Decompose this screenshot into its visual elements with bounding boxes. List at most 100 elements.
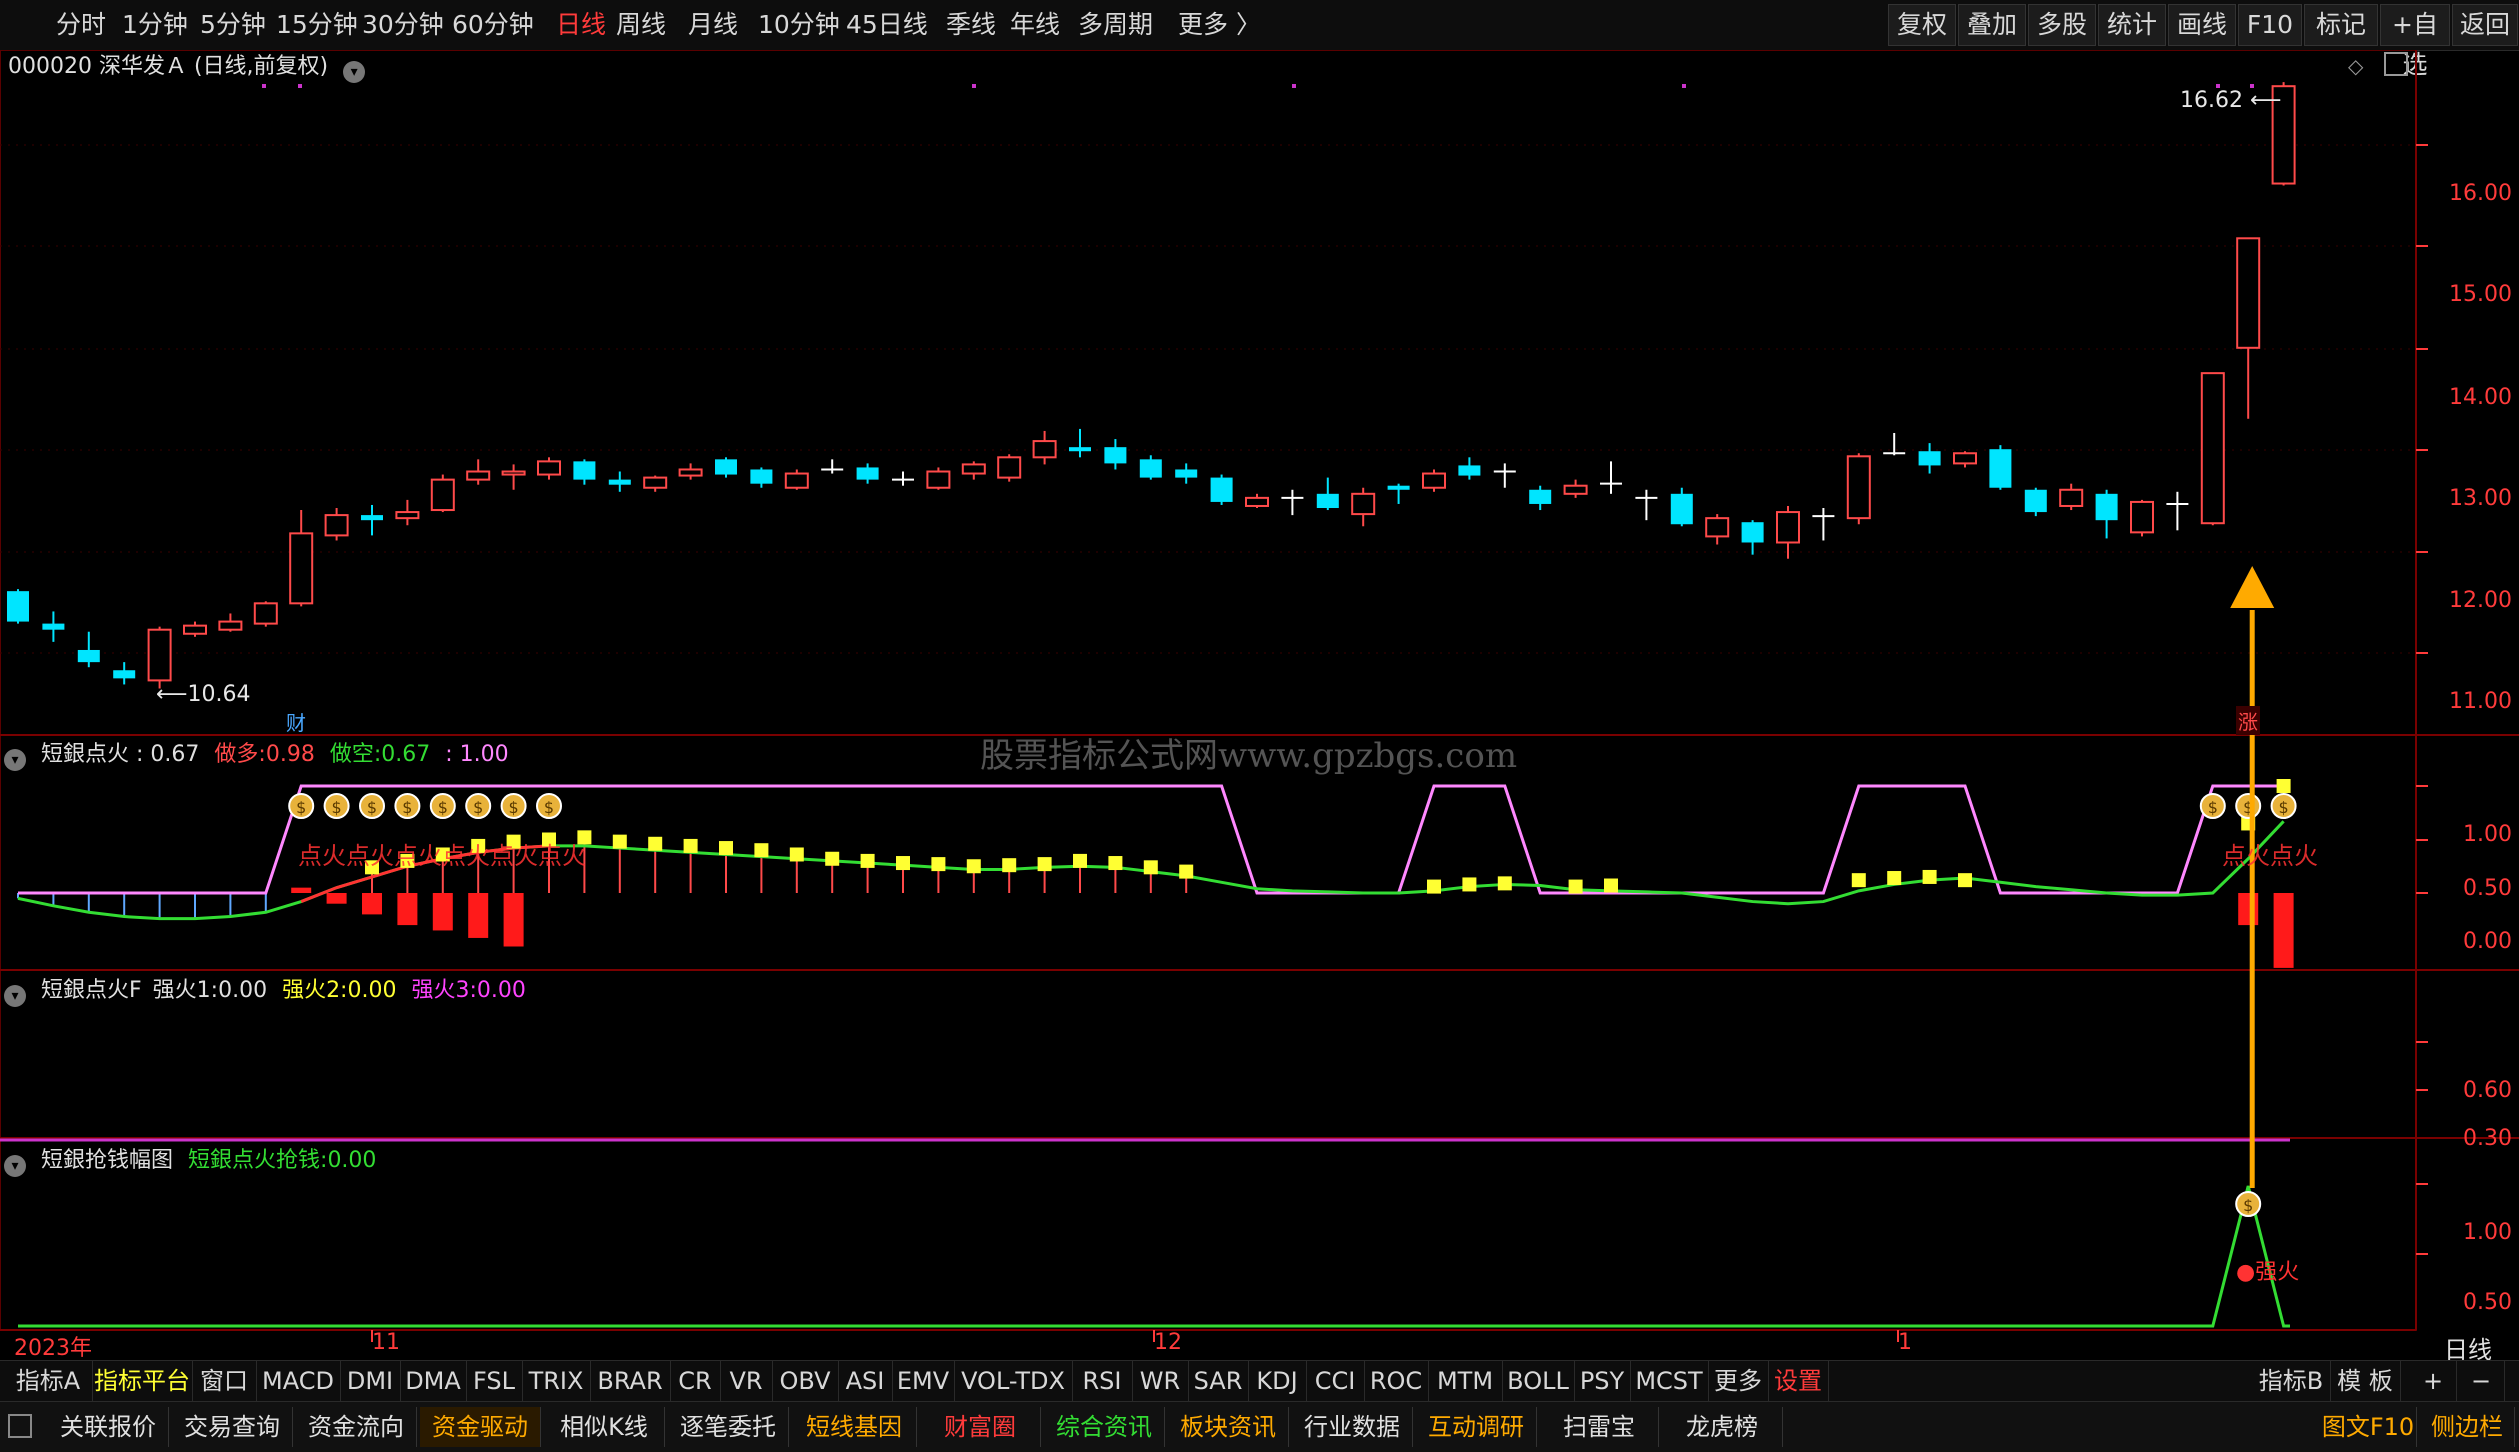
period-tab[interactable]: 10分钟 (758, 0, 840, 50)
indicator-tab[interactable]: KDJ (1248, 1361, 1307, 1401)
indicator-tab[interactable]: TRIX (522, 1361, 591, 1401)
period-tab[interactable]: 年线 (1010, 0, 1060, 50)
indicator-tool[interactable]: + (2410, 1361, 2457, 1401)
indicator-tab[interactable]: ROC (1364, 1361, 1429, 1401)
candle[interactable] (1351, 487, 1376, 527)
candle[interactable] (750, 467, 773, 488)
indicator-tab[interactable]: 设置 (1768, 1361, 1829, 1401)
chevron-down-icon[interactable]: ▾ (4, 985, 26, 1007)
candle[interactable] (218, 613, 243, 632)
period-tab[interactable]: 周线 (616, 0, 666, 50)
candle[interactable] (501, 464, 526, 490)
toolbar-button[interactable]: 叠加 (1958, 4, 2026, 46)
indicator-tab[interactable]: MTM (1428, 1361, 1503, 1401)
function-button[interactable]: 财富圈 (920, 1407, 1041, 1447)
function-button[interactable]: 互动调研 (1416, 1407, 1537, 1447)
candle[interactable] (1529, 485, 1552, 511)
period-tab[interactable]: 15分钟 (276, 0, 358, 50)
candle[interactable] (1387, 483, 1410, 504)
candle[interactable] (1705, 514, 1730, 545)
function-button[interactable]: 逐笔委托 (668, 1407, 789, 1447)
indicator-tab[interactable]: SAR (1188, 1361, 1249, 1401)
candle[interactable] (1812, 508, 1835, 541)
candle[interactable] (1918, 443, 1941, 474)
chevron-down-icon[interactable]: ▾ (4, 1155, 26, 1177)
indicator-tool[interactable]: 模 板 (2330, 1361, 2401, 1401)
indicator-tab[interactable]: OBV (772, 1361, 839, 1401)
candle[interactable] (1776, 505, 1800, 559)
candle[interactable] (183, 621, 207, 637)
chevron-down-icon[interactable]: ▾ (343, 61, 366, 83)
indicator-tab[interactable]: DMA (400, 1361, 467, 1401)
indicator-tab[interactable]: ASI (838, 1361, 893, 1401)
period-tab[interactable]: 60分钟 (452, 0, 534, 50)
financial-marker[interactable]: 财 (286, 707, 306, 736)
toolbar-button[interactable]: 多股 (2028, 4, 2096, 46)
period-tab[interactable]: 季线 (946, 0, 996, 50)
period-tab[interactable]: 日线 (556, 0, 606, 50)
candle[interactable] (2166, 491, 2189, 531)
candle[interactable] (42, 611, 65, 642)
candle[interactable] (466, 459, 491, 485)
candle[interactable] (678, 463, 703, 480)
candle[interactable] (856, 463, 879, 484)
candle[interactable] (573, 459, 596, 485)
candle[interactable] (537, 457, 561, 480)
candle[interactable] (997, 454, 1022, 482)
candle[interactable] (395, 499, 420, 526)
function-button[interactable]: 龙虎榜 (1662, 1407, 1783, 1447)
indicator-tool[interactable]: 指标B (2252, 1361, 2331, 1401)
candle[interactable] (892, 471, 914, 486)
candle[interactable] (784, 469, 809, 490)
candle[interactable] (821, 459, 844, 474)
indicator-tab[interactable]: DMI (340, 1361, 401, 1401)
limit-up-marker[interactable]: 涨 (2236, 706, 2260, 735)
candle[interactable] (2200, 372, 2225, 526)
sidebar-button[interactable]: 图文F10 (2320, 1407, 2417, 1447)
candle[interactable] (324, 508, 349, 541)
toolbar-button[interactable]: 统计 (2098, 4, 2166, 46)
candle[interactable] (1104, 439, 1127, 470)
candle[interactable] (1741, 520, 1764, 555)
candle[interactable] (1069, 428, 1091, 458)
candle[interactable] (1032, 430, 1057, 465)
indicator-tab[interactable]: PSY (1574, 1361, 1631, 1401)
indicator-tab[interactable]: EMV (892, 1361, 955, 1401)
candle[interactable] (7, 589, 29, 624)
candle[interactable] (1563, 479, 1588, 498)
indicator-tab[interactable]: 指标A (4, 1361, 93, 1401)
indicator-tab[interactable]: VOL-TDX (954, 1361, 1073, 1401)
window-toggle-icon[interactable] (2384, 52, 2408, 76)
panel-toggle-icon[interactable] (8, 1414, 32, 1438)
candle[interactable] (1139, 455, 1162, 480)
indicator-tab[interactable]: CR (670, 1361, 721, 1401)
sidebar-button[interactable]: 侧边栏 (2420, 1407, 2515, 1447)
candle[interactable] (253, 601, 278, 627)
candle[interactable] (608, 471, 631, 492)
indicator-tab[interactable]: 窗口 (192, 1361, 257, 1401)
candle[interactable] (1316, 477, 1339, 511)
candle[interactable] (926, 467, 951, 490)
period-tab[interactable]: 更多 〉 (1178, 0, 1261, 50)
indicator-tab[interactable]: WR (1132, 1361, 1189, 1401)
indicator-tab[interactable]: RSI (1072, 1361, 1133, 1401)
function-button[interactable]: 交易查询 (172, 1407, 293, 1447)
indicator-tab[interactable]: FSL (466, 1361, 523, 1401)
candle[interactable] (289, 510, 314, 607)
function-button[interactable]: 扫雷宝 (1540, 1407, 1659, 1447)
chart-area[interactable]: $ $ $ $ $ $ $ $ $ $ $ $ 000020 深华发Ａ (日线,前复权) ▾ ◇ 股… (0, 50, 2519, 1364)
toolbar-button[interactable]: 复权 (1888, 4, 1956, 46)
indicator-tab[interactable]: CCI (1306, 1361, 1365, 1401)
period-tab[interactable]: 30分钟 (362, 0, 444, 50)
candle[interactable] (113, 662, 136, 685)
candle[interactable] (1210, 474, 1233, 505)
candle[interactable] (1670, 487, 1693, 527)
indicator-tab[interactable]: 更多 (1708, 1361, 1769, 1401)
candle[interactable] (2130, 499, 2154, 537)
indicator-tool[interactable]: − (2458, 1361, 2505, 1401)
candle[interactable] (961, 461, 986, 480)
indicator-tab[interactable]: BRAR (590, 1361, 671, 1401)
indicator-tab[interactable]: MCST (1630, 1361, 1709, 1401)
candle[interactable] (1175, 463, 1198, 484)
toolbar-button[interactable]: 标记 (2304, 4, 2378, 46)
